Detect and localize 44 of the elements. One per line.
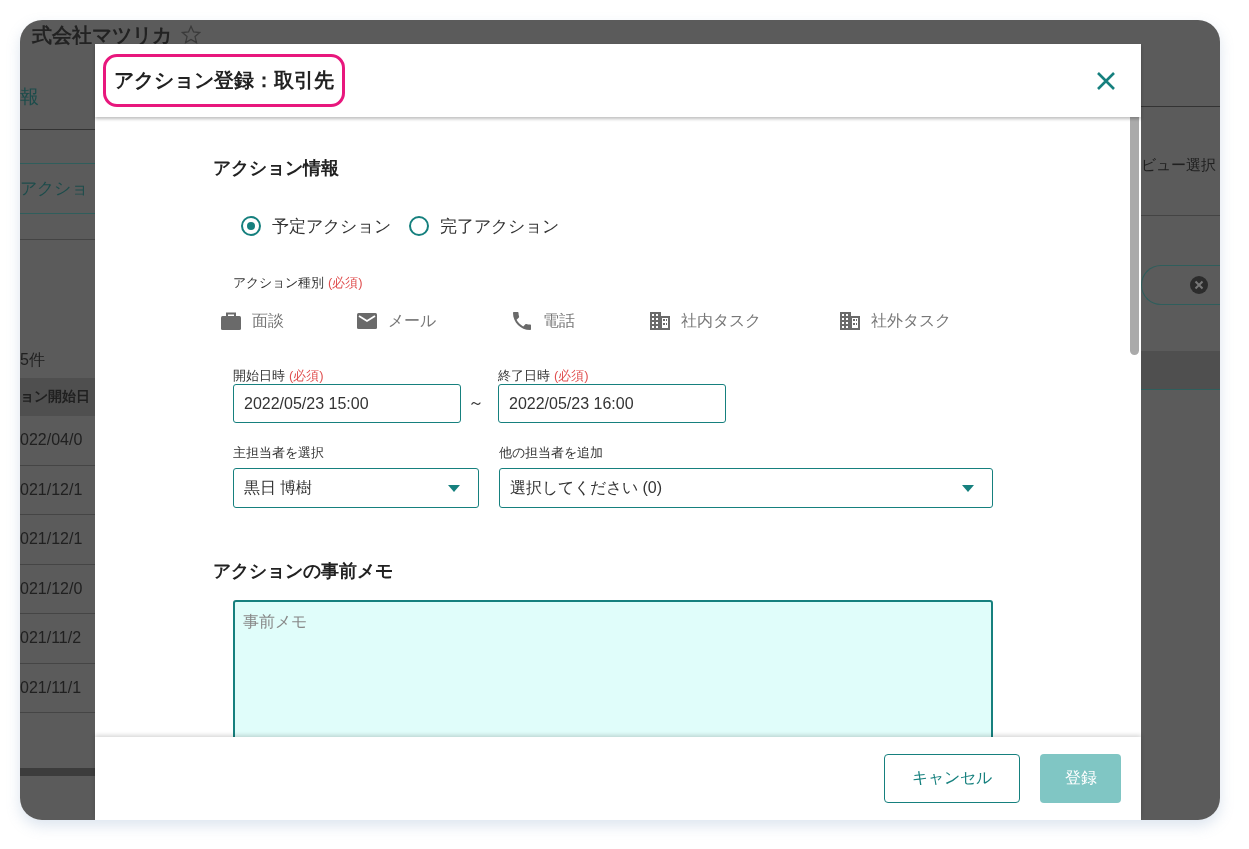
star-icon[interactable] (180, 24, 202, 46)
table-cell: 021/11/2 (20, 629, 82, 648)
dialog-title: アクション登録：取引先 (103, 54, 345, 107)
action-type-option[interactable]: 社内タスク (648, 309, 838, 333)
building-icon (648, 309, 672, 333)
record-count: 5件 (20, 350, 46, 370)
assignee-dropdown[interactable]: 選択してください (0) (499, 468, 993, 508)
action-type-option[interactable]: 面談 (219, 309, 355, 333)
clear-icon[interactable] (1190, 276, 1208, 294)
view-select[interactable]: ビュー選択 (1141, 156, 1216, 175)
field-label: アクション種別 (233, 275, 324, 290)
company-name: 式会社マツリカ (32, 24, 172, 46)
input-field[interactable]: 2022/05/23 15:00 (233, 384, 461, 423)
field-label: 終了日時 (498, 368, 550, 383)
section-title: アクションの事前メモ (213, 560, 394, 582)
radio-button[interactable] (409, 216, 429, 236)
table-cell: 021/12/1 (20, 530, 83, 549)
cancel-button[interactable]: キャンセル (884, 754, 1020, 803)
required-mark: (必須) (554, 368, 589, 383)
radio-option[interactable]: 予定アクション (241, 214, 391, 238)
memo-field[interactable]: 事前メモ (233, 600, 993, 737)
scrollbar[interactable] (1130, 117, 1139, 355)
caret-icon (448, 484, 460, 492)
caret-icon (962, 484, 974, 492)
table-cell: 021/12/1 (20, 480, 83, 499)
required-mark: (必須) (289, 368, 324, 383)
field-label: 主担当者を選択 (233, 446, 325, 460)
action-type-option[interactable]: 電話 (510, 309, 648, 333)
field-label: 他の担当者を追加 (499, 446, 604, 460)
building-icon (838, 309, 862, 333)
table-cell: 021/12/0 (20, 579, 83, 598)
action-type-option[interactable]: メール (355, 309, 510, 333)
input-field[interactable]: 2022/05/23 16:00 (498, 384, 726, 423)
action-type-option[interactable]: 社外タスク (838, 309, 978, 333)
radio-button[interactable] (241, 216, 261, 236)
owner-dropdown[interactable]: 黒日 博樹 (233, 468, 479, 508)
required-mark: (必須) (328, 275, 363, 290)
range-separator: ～ (467, 393, 484, 413)
table-cell: 022/04/0 (20, 431, 83, 450)
phone-icon (510, 309, 534, 333)
section-title: アクション情報 (213, 157, 340, 179)
table-cell: 021/11/1 (20, 678, 82, 697)
radio-option[interactable]: 完了アクション (409, 214, 559, 238)
field-label: 開始日時 (233, 368, 285, 383)
